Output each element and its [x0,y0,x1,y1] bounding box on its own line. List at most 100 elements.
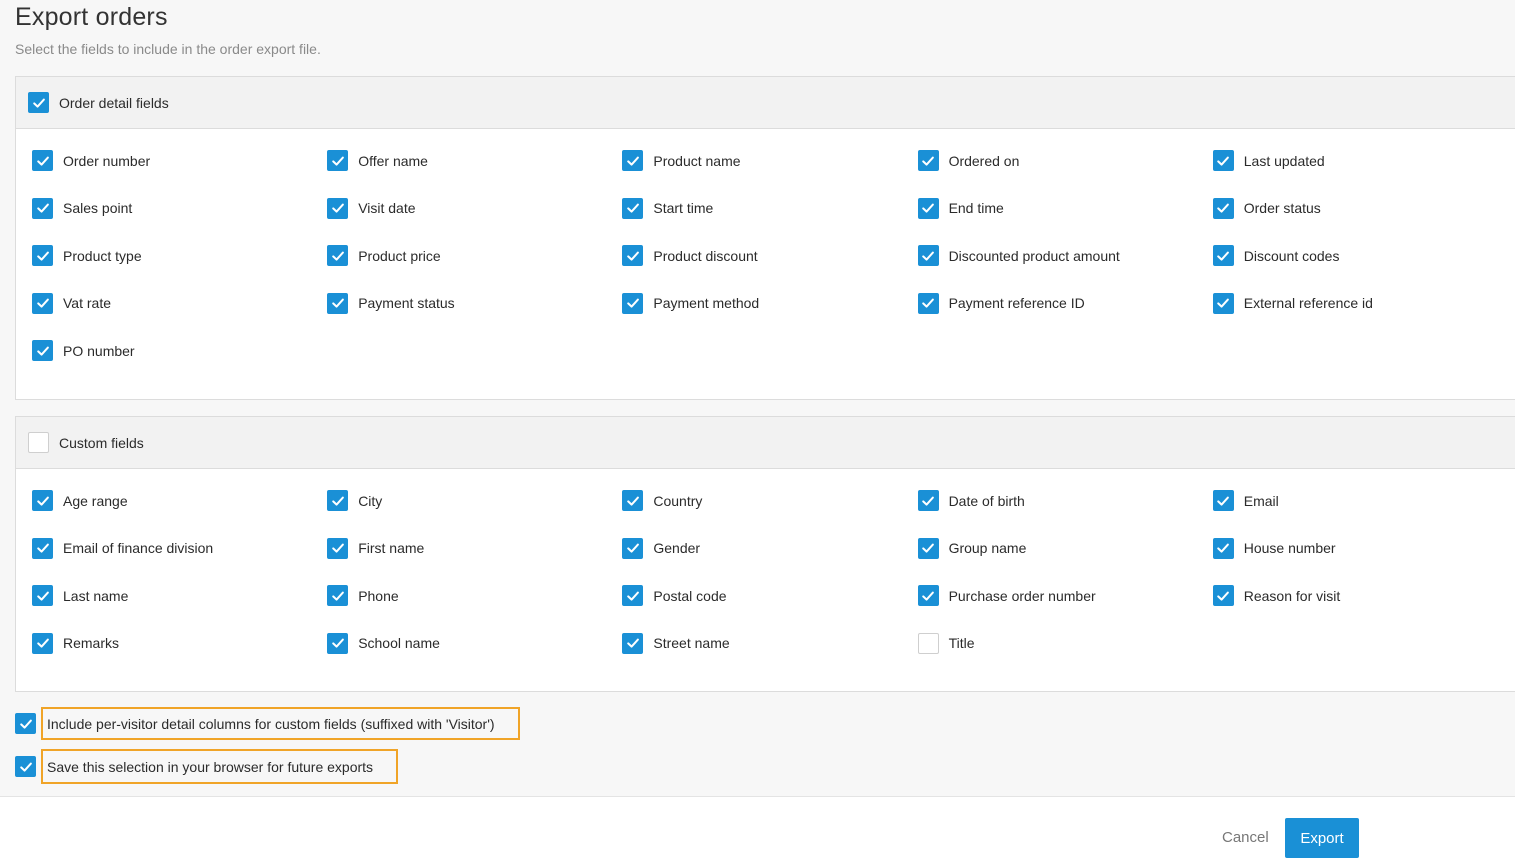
order-field-discount-codes[interactable]: Discount codes [1212,232,1508,280]
custom-field-checkbox[interactable] [1212,585,1234,607]
custom-field-checkbox[interactable] [622,585,644,607]
order-field-order-number[interactable]: Order number [32,137,327,185]
custom-field-purchase-order-number[interactable]: Purchase order number [917,572,1213,620]
custom-field-checkbox[interactable] [917,490,939,512]
checkmark-icon [922,298,934,308]
order-field-product-price[interactable]: Product price [327,232,622,280]
custom-fields-select-all-checkbox[interactable] [28,432,49,453]
custom-field-checkbox[interactable] [327,585,349,607]
order-field-offer-name[interactable]: Offer name [327,137,622,185]
order-field-checkbox[interactable] [1212,245,1234,267]
order-field-checkbox[interactable] [1212,150,1234,172]
order-field-checkbox[interactable] [32,292,53,314]
custom-field-house-number[interactable]: House number [1212,525,1508,573]
custom-field-gender[interactable]: Gender [622,525,917,573]
order-field-ordered-on[interactable]: Ordered on [917,137,1213,185]
custom-field-checkbox[interactable] [327,490,349,512]
custom-field-date-of-birth[interactable]: Date of birth [917,477,1213,525]
order-field-checkbox[interactable] [917,197,939,219]
custom-field-checkbox[interactable] [622,490,644,512]
order-field-checkbox[interactable] [327,197,349,219]
custom-field-street-name[interactable]: Street name [622,620,917,668]
custom-field-checkbox[interactable] [917,632,939,654]
custom-field-checkbox[interactable] [327,632,349,654]
order-field-checkbox[interactable] [622,197,644,219]
order-field-po-number[interactable]: PO number [32,327,327,375]
custom-field-reason-for-visit[interactable]: Reason for visit [1212,572,1508,620]
order-field-last-updated[interactable]: Last updated [1212,137,1508,185]
order-field-checkbox[interactable] [622,292,644,314]
per-visitor-option[interactable]: Include per-visitor detail columns for c… [15,707,520,740]
checkmark-icon [627,298,639,308]
custom-field-school-name[interactable]: School name [327,620,622,668]
custom-field-first-name[interactable]: First name [327,525,622,573]
custom-field-checkbox[interactable] [1212,490,1234,512]
custom-field-label: House number [1243,540,1336,557]
cancel-button[interactable]: Cancel [1222,829,1269,846]
order-field-checkbox[interactable] [32,340,53,362]
save-selection-option[interactable]: Save this selection in your browser for … [15,749,399,784]
custom-field-checkbox[interactable] [32,585,53,607]
custom-field-checkbox[interactable] [917,537,939,559]
order-field-checkbox[interactable] [327,150,349,172]
custom-field-age-range[interactable]: Age range [32,477,327,525]
order-field-payment-reference-id[interactable]: Payment reference ID [917,280,1213,328]
order-field-product-type[interactable]: Product type [32,232,327,280]
checkmark-icon [922,251,934,261]
order-field-checkbox[interactable] [917,150,939,172]
custom-field-group-name[interactable]: Group name [917,525,1213,573]
custom-field-email-of-finance-division[interactable]: Email of finance division [32,525,327,573]
custom-field-checkbox[interactable] [32,490,53,512]
order-field-payment-method[interactable]: Payment method [622,280,917,328]
order-field-payment-status[interactable]: Payment status [327,280,622,328]
custom-field-title[interactable]: Title [917,620,1213,668]
order-field-checkbox[interactable] [917,292,939,314]
order-field-product-discount[interactable]: Product discount [622,232,917,280]
custom-field-checkbox[interactable] [917,585,939,607]
order-field-start-time[interactable]: Start time [622,185,917,233]
save-selection-checkbox[interactable] [15,756,36,777]
order-field-checkbox[interactable] [622,150,644,172]
custom-field-label: Postal code [653,587,727,604]
order-field-checkbox[interactable] [32,197,53,219]
order-field-checkbox[interactable] [32,150,53,172]
order-field-end-time[interactable]: End time [917,185,1213,233]
per-visitor-checkbox[interactable] [15,713,36,734]
order-field-sales-point[interactable]: Sales point [32,185,327,233]
custom-fields-header[interactable]: Custom fields [16,417,1515,469]
order-field-checkbox[interactable] [32,245,53,267]
order-field-visit-date[interactable]: Visit date [327,185,622,233]
custom-field-checkbox[interactable] [327,537,349,559]
custom-field-city[interactable]: City [327,477,622,525]
order-detail-header[interactable]: Order detail fields [16,77,1515,129]
order-field-checkbox[interactable] [1212,292,1234,314]
order-field-checkbox[interactable] [917,245,939,267]
order-field-checkbox[interactable] [327,245,349,267]
custom-field-remarks[interactable]: Remarks [32,620,327,668]
custom-field-checkbox[interactable] [32,632,53,654]
custom-field-checkbox[interactable] [1212,537,1234,559]
checkmark-icon [1217,543,1230,553]
custom-field-label: Last name [63,587,129,604]
order-field-vat-rate[interactable]: Vat rate [32,280,327,328]
custom-field-postal-code[interactable]: Postal code [622,572,917,620]
order-field-discounted-product-amount[interactable]: Discounted product amount [917,232,1213,280]
custom-field-label: Purchase order number [948,587,1096,604]
custom-field-country[interactable]: Country [622,477,917,525]
order-field-order-status[interactable]: Order status [1212,185,1508,233]
custom-field-checkbox[interactable] [622,632,644,654]
order-detail-select-all-checkbox[interactable] [28,92,49,113]
export-button[interactable]: Export [1285,818,1359,858]
order-field-checkbox[interactable] [622,245,644,267]
order-field-checkbox[interactable] [1212,197,1234,219]
order-field-checkbox[interactable] [327,292,349,314]
order-field-external-reference-id[interactable]: External reference id [1212,280,1508,328]
custom-field-phone[interactable]: Phone [327,572,622,620]
custom-field-last-name[interactable]: Last name [32,572,327,620]
order-field-product-name[interactable]: Product name [622,137,917,185]
custom-field-label: Gender [653,540,701,557]
save-selection-highlight: Save this selection in your browser for … [41,749,399,784]
custom-field-email[interactable]: Email [1212,477,1508,525]
custom-field-checkbox[interactable] [32,537,53,559]
custom-field-checkbox[interactable] [622,537,644,559]
